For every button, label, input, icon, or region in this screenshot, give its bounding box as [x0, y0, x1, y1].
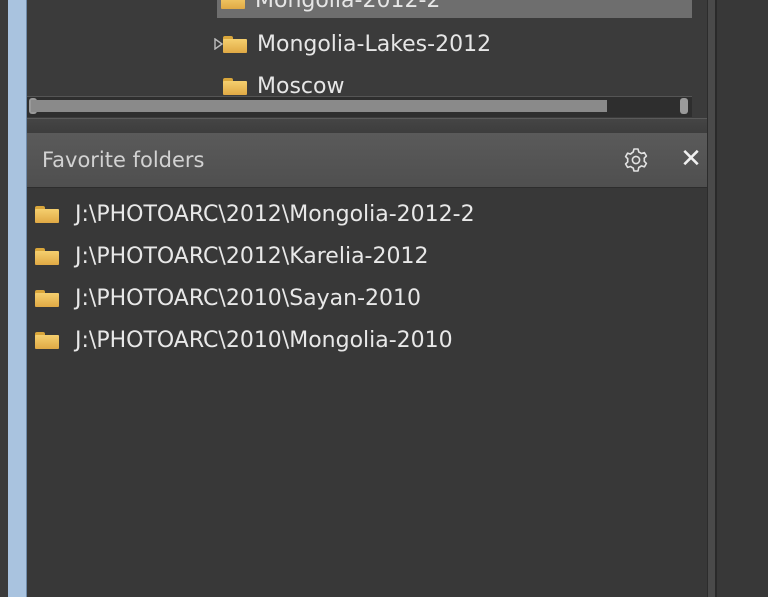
favorite-folders-panel: Favorite folders ✕ J:\PHOTOARC\2012\Mong…: [27, 133, 707, 597]
list-item[interactable]: J:\PHOTOARC\2012\Mongolia-2012-2: [27, 193, 707, 235]
scrollbar-thumb[interactable]: [31, 100, 607, 112]
tree-item-label: Mongolia-2012-2: [255, 0, 441, 13]
folder-icon: [221, 0, 245, 9]
list-item[interactable]: J:\PHOTOARC\2010\Sayan-2010: [27, 277, 707, 319]
tree-horizontal-scrollbar[interactable]: [27, 96, 692, 117]
folder-path: J:\PHOTOARC\2010\Mongolia-2010: [75, 327, 453, 353]
folder-icon: [35, 205, 59, 223]
folder-icon: [223, 35, 247, 53]
folder-icon: [35, 289, 59, 307]
app-window: Mongolia-2012-2 Mongolia-Lakes-2012 Mosc…: [0, 0, 768, 597]
folder-path: J:\PHOTOARC\2012\Karelia-2012: [75, 243, 429, 269]
folder-icon: [35, 331, 59, 349]
right-side-panel: [715, 0, 768, 597]
folder-path: J:\PHOTOARC\2010\Sayan-2010: [75, 285, 422, 311]
panel-title: Favorite folders: [42, 148, 205, 172]
left-accent-strip: [8, 0, 27, 597]
tree-item-mongolia-lakes-2012[interactable]: Mongolia-Lakes-2012: [27, 26, 707, 62]
folder-icon: [35, 247, 59, 265]
list-item[interactable]: J:\PHOTOARC\2010\Mongolia-2010: [27, 319, 707, 361]
tree-item-label: Moscow: [257, 73, 345, 99]
list-item[interactable]: J:\PHOTOARC\2012\Karelia-2012: [27, 235, 707, 277]
folder-path: J:\PHOTOARC\2012\Mongolia-2012-2: [75, 201, 475, 227]
close-icon[interactable]: ✕: [677, 145, 705, 173]
panel-splitter[interactable]: [27, 118, 713, 134]
tree-item-mongolia-2012-2[interactable]: Mongolia-2012-2: [217, 0, 692, 18]
gear-icon[interactable]: [623, 147, 649, 173]
scroll-right-handle[interactable]: [680, 98, 688, 114]
panel-header: Favorite folders ✕: [27, 133, 707, 188]
favorites-list: J:\PHOTOARC\2012\Mongolia-2012-2 J:\PHOT…: [27, 193, 707, 361]
folder-icon: [223, 77, 247, 95]
tree-item-label: Mongolia-Lakes-2012: [257, 31, 492, 57]
